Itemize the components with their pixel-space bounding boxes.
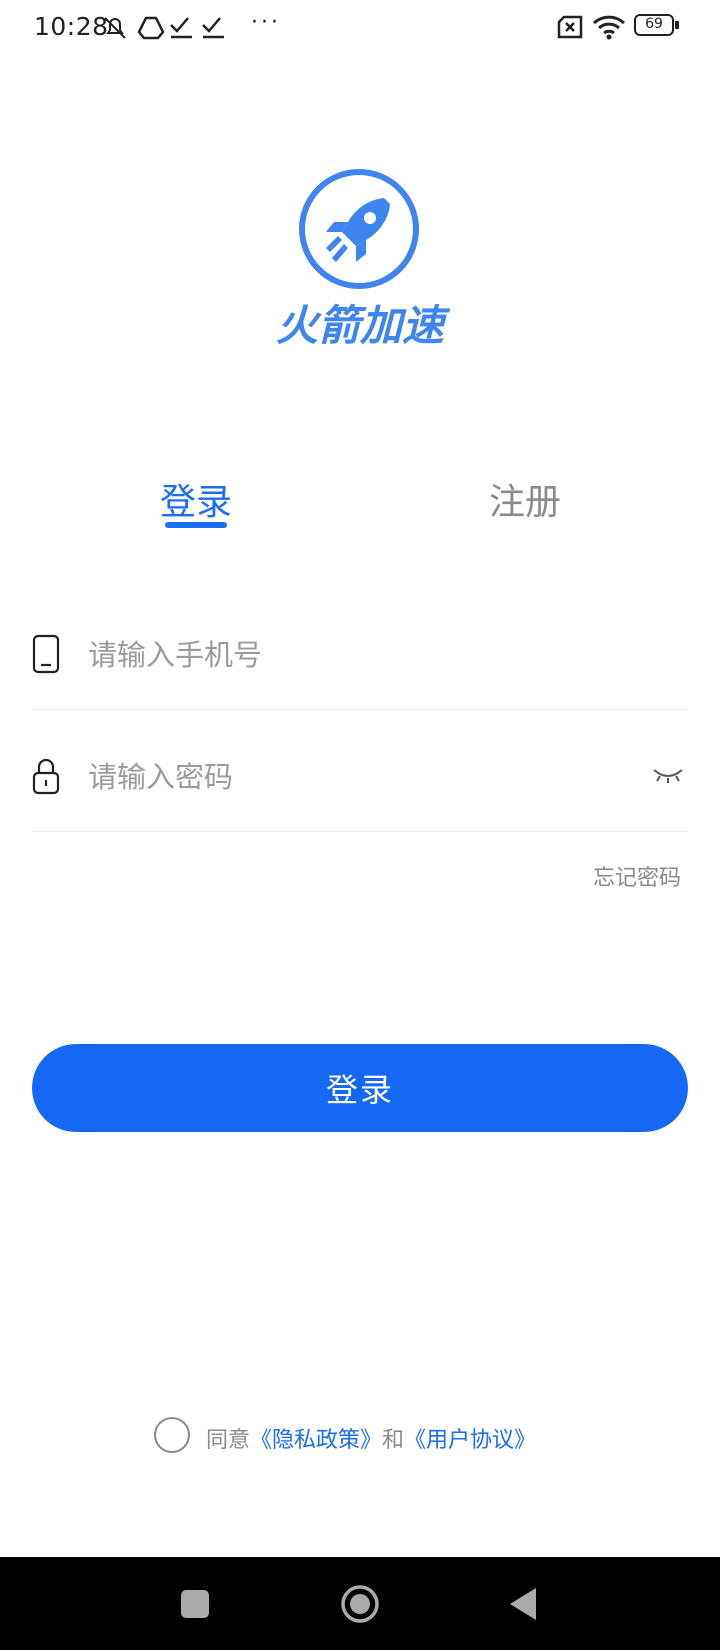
status-time: 10:28: [34, 12, 109, 41]
rocket-logo-icon: [299, 169, 419, 289]
divider: [32, 831, 688, 832]
divider: [32, 709, 688, 710]
user-agreement-link[interactable]: 《用户协议》: [404, 1428, 536, 1453]
svg-text:火箭加速: 火箭加速: [276, 301, 451, 350]
sim-x-icon: [557, 15, 583, 39]
battery-level: 69: [645, 16, 663, 32]
agreement-text: 同意《隐私政策》和《用户协议》: [206, 1422, 536, 1454]
check-icon: [170, 17, 192, 39]
system-nav-bar: [0, 1557, 720, 1650]
check-icon: [202, 17, 224, 39]
more-dots-icon: ···: [251, 10, 281, 35]
eye-closed-icon[interactable]: [652, 764, 684, 786]
privacy-policy-link[interactable]: 《隐私政策》: [250, 1428, 382, 1453]
forgot-password-link[interactable]: 忘记密码: [593, 860, 681, 892]
agree-and: 和: [382, 1428, 405, 1453]
phone-input[interactable]: [88, 632, 608, 678]
wifi-icon: [592, 15, 626, 40]
mute-icon: [104, 17, 126, 39]
back-icon[interactable]: [508, 1586, 538, 1622]
password-field: [32, 712, 688, 832]
agree-prefix: 同意: [206, 1428, 251, 1453]
tab-login[interactable]: 登录: [160, 473, 232, 525]
agreement-row: 同意《隐私政策》和《用户协议》: [154, 1417, 594, 1457]
recent-apps-icon[interactable]: [181, 1590, 209, 1618]
battery-icon: 69: [634, 14, 680, 38]
status-bar: 10:28 ··· 69: [0, 0, 720, 54]
drive-icon: [137, 16, 165, 40]
login-button[interactable]: 登录: [32, 1044, 688, 1132]
home-icon[interactable]: [340, 1584, 380, 1624]
agree-checkbox[interactable]: [154, 1417, 190, 1453]
phone-field: [32, 590, 688, 710]
tab-active-indicator: [165, 522, 227, 528]
phone-icon: [32, 634, 60, 674]
password-input[interactable]: [88, 754, 608, 800]
lock-icon: [32, 758, 60, 795]
tab-register[interactable]: 注册: [489, 473, 561, 525]
brand-logotype: 火箭加速: [262, 300, 458, 350]
